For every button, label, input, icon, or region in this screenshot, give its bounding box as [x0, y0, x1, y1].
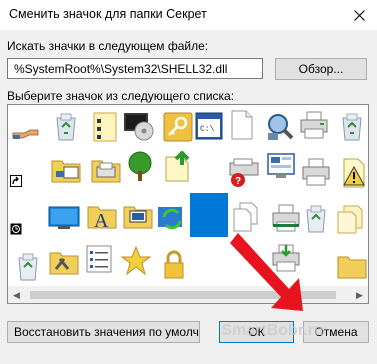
folder-network-icon[interactable]	[50, 153, 82, 185]
scroll-thumb[interactable]	[30, 291, 336, 299]
magnifier-network-icon[interactable]	[264, 111, 296, 143]
svg-text:?: ?	[235, 176, 241, 187]
monitor-icon[interactable]	[48, 201, 80, 233]
star-icon[interactable]	[120, 245, 152, 277]
page-icon[interactable]	[226, 109, 258, 141]
recycle-bin-full-icon[interactable]	[50, 111, 82, 143]
icon-list-label: Выберите значок из следующего списка:	[7, 89, 235, 103]
window-title: Сменить значок для папки Секрет	[9, 7, 207, 21]
printer-fax-icon[interactable]	[300, 157, 332, 189]
icon-list[interactable]: C:\ ? A ◀ ▶	[7, 104, 369, 304]
shortcut-arrow-icon[interactable]	[10, 175, 22, 187]
recycle-bin-icon[interactable]	[300, 203, 332, 235]
chevron-left-icon: ◀	[13, 290, 20, 300]
clock-icon[interactable]	[10, 223, 22, 235]
ms-dos-icon[interactable]: C:\	[194, 111, 226, 143]
printer-error-icon[interactable]: ?	[228, 157, 260, 189]
scroll-left-button[interactable]: ◀	[8, 287, 25, 303]
media-player-icon[interactable]	[122, 109, 154, 141]
close-button[interactable]	[341, 0, 377, 30]
browse-button[interactable]: Обзор...	[275, 58, 367, 80]
restore-defaults-button[interactable]: Восстановить значения по умолчанию	[7, 321, 200, 343]
watermark: SmartBobr.ru	[221, 322, 324, 339]
close-icon	[353, 9, 365, 21]
control-panel-icon[interactable]	[266, 151, 298, 183]
folder-tools-icon[interactable]	[48, 245, 80, 277]
key-search-icon[interactable]	[162, 111, 194, 143]
sync-icon[interactable]	[156, 203, 188, 235]
recycle-bin-icon[interactable]	[12, 251, 44, 283]
chevron-right-icon: ▶	[356, 290, 363, 300]
tree-icon[interactable]	[124, 151, 156, 183]
hand-share-icon[interactable]	[10, 116, 42, 148]
printer-download-icon[interactable]	[270, 243, 302, 275]
folder-icon[interactable]	[336, 249, 368, 281]
folder-notes-icon[interactable]	[90, 111, 122, 143]
file-label: Искать значки в следующем файле:	[7, 39, 209, 53]
folders-icon[interactable]	[336, 203, 368, 235]
copy-pages-icon[interactable]	[230, 201, 262, 233]
scroll-right-button[interactable]: ▶	[351, 287, 368, 303]
svg-text:A: A	[94, 210, 109, 231]
font-folder-icon[interactable]: A	[86, 199, 118, 231]
printer-icon[interactable]	[270, 203, 302, 235]
title-bar: Сменить значок для папки Секрет	[0, 0, 377, 30]
svg-text:C:\: C:\	[200, 125, 215, 134]
lock-icon[interactable]	[158, 249, 190, 281]
recycle-bin-full-icon[interactable]	[336, 111, 368, 143]
task-list-icon[interactable]	[84, 243, 116, 275]
warning-page-icon[interactable]	[338, 157, 369, 189]
icon-file-input[interactable]	[7, 58, 263, 79]
horizontal-scrollbar[interactable]: ◀ ▶	[8, 286, 368, 303]
blank-icon[interactable]	[194, 201, 226, 233]
folder-computer-icon[interactable]	[122, 199, 154, 231]
upload-page-icon[interactable]	[162, 151, 194, 183]
printer-icon[interactable]	[298, 109, 330, 141]
folder-printer-icon[interactable]	[90, 153, 122, 185]
